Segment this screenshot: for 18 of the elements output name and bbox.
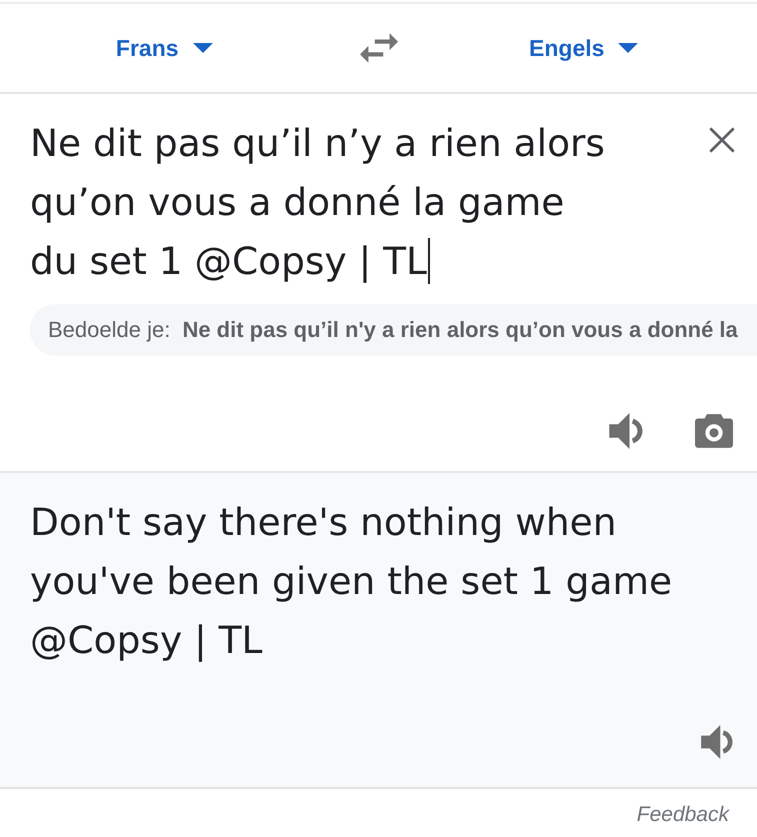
- feedback-link[interactable]: Feedback: [636, 803, 729, 827]
- source-text-field[interactable]: Ne dit pas qu’il n’y a rien alors qu’on vous a donné la game du set 1 @Copsy | TL: [30, 114, 615, 291]
- listen-button[interactable]: [607, 413, 643, 449]
- caret-icon: [618, 43, 638, 53]
- close-icon: [708, 126, 736, 154]
- translation-text: Don't say there's nothing when you've been given the set 1 game @Copsy | TL: [30, 499, 674, 664]
- clear-button[interactable]: [708, 126, 736, 154]
- source-language-button[interactable]: Frans: [116, 34, 213, 62]
- speaker-icon: [607, 413, 643, 449]
- camera-icon: [695, 414, 733, 448]
- suggestion-chip[interactable]: Bedoelde je: Ne dit pas qu’il n'y a rien alors qu’on vous a donné la: [30, 304, 757, 356]
- swap-languages-button[interactable]: [360, 33, 398, 63]
- caret-icon: [192, 43, 213, 53]
- swap-icon: [360, 33, 398, 63]
- target-language-button[interactable]: Engels: [529, 34, 638, 62]
- speaker-icon: [699, 725, 733, 759]
- camera-button[interactable]: [695, 414, 733, 448]
- listen-button[interactable]: [699, 725, 733, 759]
